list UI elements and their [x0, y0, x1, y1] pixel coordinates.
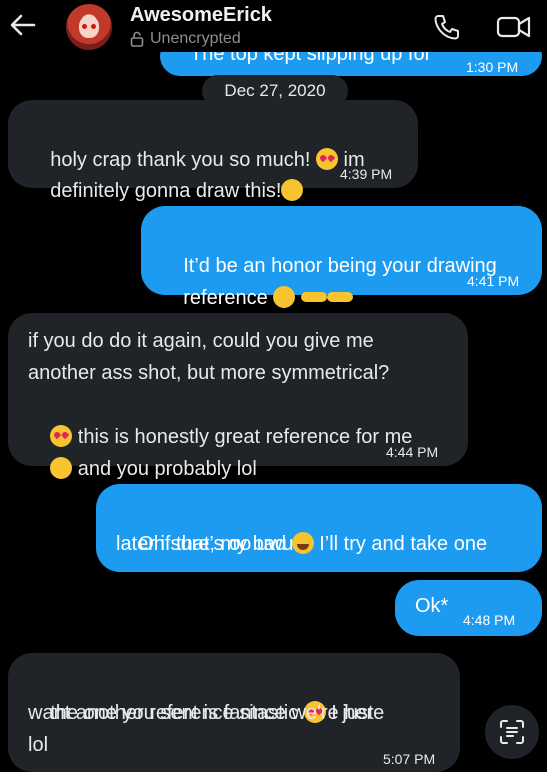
message-time: 1:30 PM [466, 59, 519, 75]
lock-icon [130, 31, 144, 47]
encryption-status: Unencrypted [130, 30, 241, 48]
message-line: I’ll try and take one [319, 532, 488, 555]
laughing-emoji-icon [291, 531, 314, 554]
message-line: definitely gonna draw this! [50, 179, 282, 202]
message-text: lol [28, 734, 49, 756]
phone-icon[interactable] [432, 12, 462, 42]
message-time: 5:07 PM [383, 751, 436, 767]
status-label: Unencrypted [150, 30, 241, 47]
message-time: 4:48 PM [463, 612, 516, 628]
avatar-eye [82, 24, 87, 29]
message-bubble-incoming[interactable]: if you do do it again, could you give me… [8, 313, 468, 480]
message-bubble-outgoing[interactable]: It’d be an honor being your drawing refe… [141, 206, 542, 309]
chat-header: AwesomeErick Unencrypted [0, 0, 547, 52]
avatar[interactable] [66, 4, 112, 50]
scan-text-button[interactable] [485, 705, 539, 759]
message-line: and you probably lol [77, 457, 257, 480]
message-bubble-incoming[interactable]: the one you sent is fantastic I just wan… [8, 653, 460, 772]
text-scan-icon [500, 720, 524, 744]
message-bubble-incoming[interactable]: holy crap thank you so much! im definite… [8, 100, 418, 202]
avatar-eye [91, 24, 96, 29]
pointing-hand-emoji-icon [326, 291, 353, 302]
message-text: another ass shot, but more symmetrical? [28, 362, 390, 384]
message-text: want another reference since we're here [28, 702, 385, 724]
grinning-sweat-emoji-icon [50, 456, 73, 479]
pointing-hand-emoji-icon [300, 291, 327, 302]
message-time: 4:41 PM [467, 273, 520, 289]
back-arrow-icon[interactable] [8, 10, 38, 40]
message-text: later if that’s oo uwu [116, 533, 294, 555]
message-text: if you do do it again, could you give me [28, 330, 374, 352]
contact-name[interactable]: AwesomeErick [130, 4, 272, 27]
message-text: Ok* [415, 595, 449, 617]
video-camera-icon[interactable] [496, 14, 532, 40]
message-line: reference [183, 286, 268, 309]
message-bubble-outgoing[interactable]: Oh sure, my bad I’ll try and take one la… [96, 484, 542, 572]
message-time: 4:44 PM [386, 444, 439, 460]
message-time: 4:39 PM [340, 166, 393, 182]
heart-eyes-emoji-icon [315, 147, 338, 170]
message-bubble-outgoing[interactable]: Ok* 4:48 PM [395, 580, 542, 636]
star-struck-emoji-icon [281, 178, 304, 201]
pleading-face-emoji-icon [273, 285, 296, 308]
